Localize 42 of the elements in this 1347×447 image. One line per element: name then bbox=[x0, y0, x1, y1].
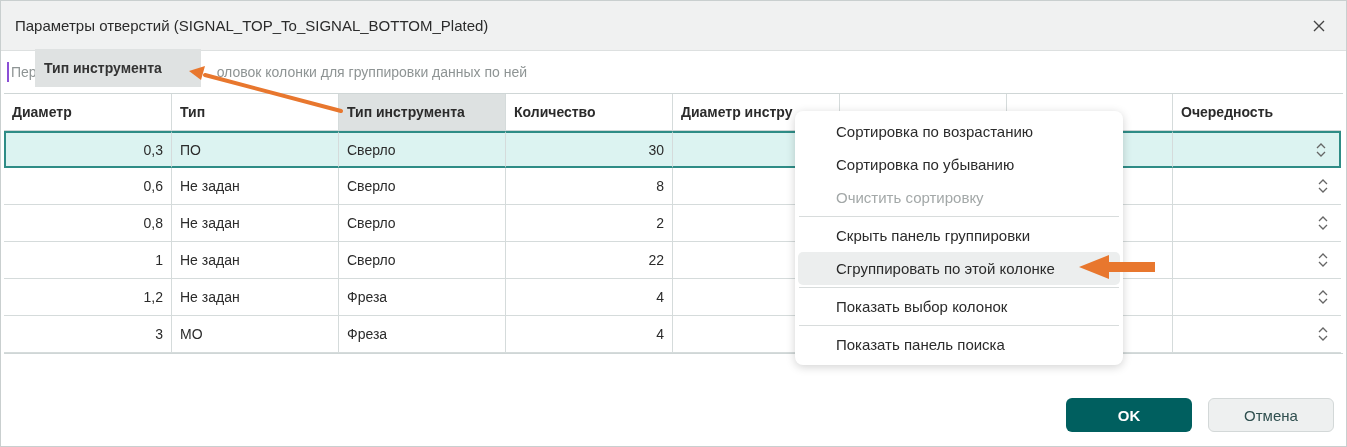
spinner-icon[interactable] bbox=[1317, 252, 1329, 268]
menu-item[interactable]: Сгруппировать по этой колонке bbox=[798, 252, 1120, 285]
table-cell: Сверло bbox=[338, 205, 505, 242]
table-cell: 4 bbox=[505, 279, 672, 316]
table-cell: МО bbox=[171, 316, 338, 353]
spinner-icon[interactable] bbox=[1317, 289, 1329, 305]
table-cell: ПО bbox=[171, 131, 338, 168]
spinner-icon[interactable] bbox=[1317, 178, 1329, 194]
table-cell: Сверло bbox=[338, 131, 505, 168]
window-title: Параметры отверстий (SIGNAL_TOP_To_SIGNAL_BOTTOM_Plated) bbox=[15, 17, 489, 34]
table-cell: 0,6 bbox=[4, 168, 171, 205]
table-cell: Сверло bbox=[338, 168, 505, 205]
table-cell: 0,8 bbox=[4, 205, 171, 242]
table-cell: 2 bbox=[505, 205, 672, 242]
table-cell: Сверло bbox=[338, 242, 505, 279]
menu-item[interactable]: Сортировка по убыванию bbox=[798, 148, 1120, 181]
group-panel-hint: оловок колонки для группировки данных по ней bbox=[216, 64, 528, 80]
cancel-button[interactable]: Отмена bbox=[1208, 398, 1334, 432]
table-cell: 22 bbox=[505, 242, 672, 279]
table-cell: 4 bbox=[505, 316, 672, 353]
table-cell: Не задан bbox=[171, 168, 338, 205]
spinner-icon[interactable] bbox=[1315, 141, 1327, 158]
menu-item[interactable]: Показать выбор колонок bbox=[798, 290, 1120, 323]
ok-button[interactable]: OK bbox=[1066, 398, 1192, 432]
dragged-column-header: Тип инструмента bbox=[35, 49, 201, 87]
table-cell: Фреза bbox=[338, 279, 505, 316]
spinner-icon[interactable] bbox=[1317, 326, 1329, 342]
table-cell: Не задан bbox=[171, 242, 338, 279]
spinner-icon[interactable] bbox=[1317, 215, 1329, 231]
table-cell: 8 bbox=[505, 168, 672, 205]
close-icon[interactable] bbox=[1312, 18, 1326, 33]
menu-item[interactable]: Скрыть панель группировки bbox=[798, 219, 1120, 252]
table-cell: 3 bbox=[4, 316, 171, 353]
table-cell: 0,3 bbox=[4, 131, 171, 168]
table-cell: Фреза bbox=[338, 316, 505, 353]
table-cell: 1,2 bbox=[4, 279, 171, 316]
column-header[interactable]: Тип инструмента bbox=[338, 94, 505, 131]
table-cell: Не задан bbox=[171, 205, 338, 242]
table-cell: 30 bbox=[505, 131, 672, 168]
table-cell: 1 bbox=[4, 242, 171, 279]
table-cell: Не задан bbox=[171, 279, 338, 316]
menu-item[interactable]: Показать панель поиска bbox=[798, 328, 1120, 361]
